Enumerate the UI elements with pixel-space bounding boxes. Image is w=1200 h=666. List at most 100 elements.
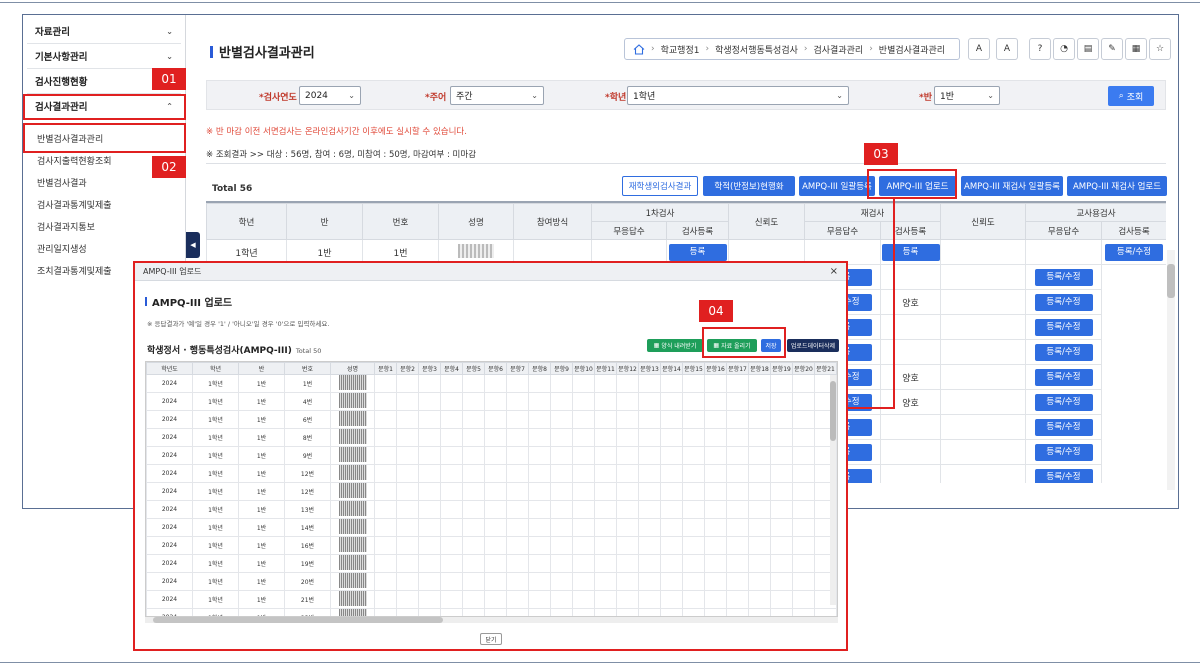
cell-answer[interactable] (550, 590, 573, 609)
cell-answer[interactable] (374, 392, 397, 411)
cell-answer[interactable] (726, 374, 749, 393)
cell-answer[interactable] (484, 536, 507, 555)
cell-answer[interactable] (792, 554, 815, 573)
cell-answer[interactable] (748, 446, 771, 465)
cell-answer[interactable] (506, 608, 529, 616)
cell-answer[interactable] (770, 446, 793, 465)
cell-answer[interactable] (770, 392, 793, 411)
cell-answer[interactable] (616, 572, 639, 591)
cell-answer[interactable] (682, 482, 705, 501)
cell-answer[interactable] (594, 536, 617, 555)
cell-answer[interactable] (396, 392, 419, 411)
star-icon[interactable]: ☆ (1149, 38, 1171, 60)
cell-answer[interactable] (682, 464, 705, 483)
cell-answer[interactable] (506, 500, 529, 519)
cell-answer[interactable] (638, 482, 661, 501)
cell-answer[interactable] (396, 500, 419, 519)
cell-answer[interactable] (748, 482, 771, 501)
cell-answer[interactable] (660, 608, 683, 616)
home-icon[interactable] (633, 43, 645, 55)
cell-answer[interactable] (396, 464, 419, 483)
sidebar-menu-basic[interactable]: 기본사항관리 ⌄ (27, 44, 181, 69)
cell-answer[interactable] (550, 554, 573, 573)
table-row[interactable]: 2024 1학년 1반 12번 (146, 482, 837, 501)
breadcrumb-item[interactable]: 학교행정1 (661, 43, 700, 56)
cell-answer[interactable] (484, 428, 507, 447)
cell-answer[interactable] (462, 590, 485, 609)
cell-answer[interactable] (462, 410, 485, 429)
cell-answer[interactable] (550, 428, 573, 447)
cell-answer[interactable] (396, 590, 419, 609)
register-button[interactable]: 등록 (668, 243, 727, 261)
cell-answer[interactable] (396, 518, 419, 537)
breadcrumb-item[interactable]: 학생정서행동특성검사 (715, 43, 798, 56)
cell-answer[interactable] (616, 392, 639, 411)
cell-answer[interactable] (726, 518, 749, 537)
teacher-register-button[interactable]: 등록/수정 (1034, 393, 1093, 411)
cell-answer[interactable] (594, 518, 617, 537)
sidebar-item-stats-submit[interactable]: 검사결과통계및제출 (23, 193, 185, 215)
cell-answer[interactable] (374, 428, 397, 447)
cell-answer[interactable] (660, 500, 683, 519)
cell-answer[interactable] (792, 446, 815, 465)
cell-answer[interactable] (616, 590, 639, 609)
cell-answer[interactable] (770, 590, 793, 609)
cell-answer[interactable] (528, 518, 551, 537)
cell-answer[interactable] (572, 410, 595, 429)
cell-answer[interactable] (748, 536, 771, 555)
teacher-register-button[interactable]: 등록/수정 (1034, 443, 1093, 461)
cell-answer[interactable] (792, 500, 815, 519)
cell-answer[interactable] (682, 410, 705, 429)
cell-answer[interactable] (418, 608, 441, 616)
cell-answer[interactable] (462, 572, 485, 591)
cell-answer[interactable] (638, 536, 661, 555)
cell-answer[interactable] (374, 608, 397, 616)
cell-answer[interactable] (682, 428, 705, 447)
cell-answer[interactable] (506, 374, 529, 393)
cell-answer[interactable] (374, 554, 397, 573)
cell-answer[interactable] (748, 590, 771, 609)
cell-answer[interactable] (418, 428, 441, 447)
cell-answer[interactable] (704, 410, 727, 429)
cell-answer[interactable] (594, 572, 617, 591)
cell-answer[interactable] (418, 410, 441, 429)
cell-answer[interactable] (616, 464, 639, 483)
cell-answer[interactable] (484, 374, 507, 393)
cell-answer[interactable] (396, 446, 419, 465)
table-row[interactable]: 2024 1학년 1반 8번 (146, 428, 837, 447)
teacher-register-button[interactable]: 등록/수정 (1034, 318, 1093, 336)
cell-answer[interactable] (374, 518, 397, 537)
cell-answer[interactable] (418, 536, 441, 555)
cell-answer[interactable] (528, 554, 551, 573)
cell-answer[interactable] (638, 590, 661, 609)
table-row[interactable]: 2024 1학년 1반 20번 (146, 572, 837, 591)
cell-answer[interactable] (506, 446, 529, 465)
table-row[interactable]: 2024 1학년 1반 14번 (146, 518, 837, 537)
cell-answer[interactable] (506, 572, 529, 591)
cell-answer[interactable] (418, 572, 441, 591)
cell-answer[interactable] (506, 518, 529, 537)
cell-answer[interactable] (770, 374, 793, 393)
cell-answer[interactable] (616, 536, 639, 555)
cell-answer[interactable] (440, 572, 463, 591)
cell-answer[interactable] (594, 608, 617, 616)
document-icon[interactable]: ▤ (1077, 38, 1099, 60)
download-template-button[interactable]: ▦ 양식 내려받기 (647, 339, 703, 352)
cell-answer[interactable] (660, 554, 683, 573)
cell-answer[interactable] (528, 482, 551, 501)
cell-answer[interactable] (770, 500, 793, 519)
cell-answer[interactable] (660, 410, 683, 429)
cell-answer[interactable] (704, 464, 727, 483)
cell-answer[interactable] (440, 500, 463, 519)
cell-answer[interactable] (748, 374, 771, 393)
cell-answer[interactable] (726, 554, 749, 573)
cell-answer[interactable] (704, 572, 727, 591)
grid-scrollbar[interactable] (1167, 250, 1175, 490)
cell-answer[interactable] (572, 554, 595, 573)
cell-answer[interactable] (726, 536, 749, 555)
breadcrumb-item[interactable]: 검사결과관리 (814, 43, 864, 56)
cell-answer[interactable] (528, 392, 551, 411)
cell-answer[interactable] (440, 410, 463, 429)
cell-answer[interactable] (748, 608, 771, 616)
cell-answer[interactable] (704, 446, 727, 465)
